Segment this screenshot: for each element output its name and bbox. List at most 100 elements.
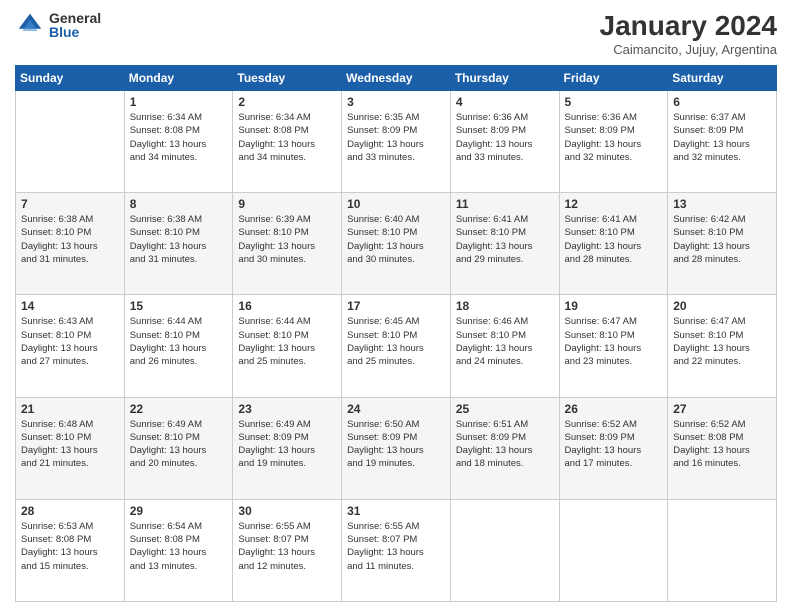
- header: General Blue January 2024 Caimancito, Ju…: [15, 10, 777, 57]
- day-number: 8: [130, 197, 228, 211]
- calendar-cell: 3Sunrise: 6:35 AMSunset: 8:09 PMDaylight…: [342, 91, 451, 193]
- day-number: 15: [130, 299, 228, 313]
- calendar-cell: 11Sunrise: 6:41 AMSunset: 8:10 PMDayligh…: [450, 193, 559, 295]
- cell-info: Sunrise: 6:40 AMSunset: 8:10 PMDaylight:…: [347, 213, 445, 266]
- calendar-week: 14 Sunrise: 6:43 AMSunset: 8:10 PMDayligh…: [16, 295, 777, 397]
- calendar-cell: 27Sunrise: 6:52 AMSunset: 8:08 PMDayligh…: [668, 397, 777, 499]
- cell-info: Sunrise: 6:41 AMSunset: 8:10 PMDaylight:…: [456, 213, 554, 266]
- day-number: 25: [456, 402, 554, 416]
- day-number: 23: [238, 402, 336, 416]
- cell-info: Sunrise: 6:39 AMSunset: 8:10 PMDaylight:…: [238, 213, 336, 266]
- cell-info: Sunrise: 6:47 AMSunset: 8:10 PMDaylight:…: [673, 315, 771, 368]
- calendar-cell: 30 Sunrise: 6:55 AMSunset: 8:07 PMDayligh…: [233, 499, 342, 601]
- calendar-cell: [668, 499, 777, 601]
- calendar-cell: [450, 499, 559, 601]
- day-number: 1: [130, 95, 228, 109]
- calendar-cell: 21Sunrise: 6:48 AMSunset: 8:10 PMDayligh…: [16, 397, 125, 499]
- cell-info: Sunrise: 6:35 AMSunset: 8:09 PMDaylight:…: [347, 111, 445, 164]
- day-number: 30: [238, 504, 336, 518]
- calendar-week: 21Sunrise: 6:48 AMSunset: 8:10 PMDayligh…: [16, 397, 777, 499]
- logo: General Blue: [15, 10, 101, 40]
- calendar-cell: 13 Sunrise: 6:42 AMSunset: 8:10 PMDayligh…: [668, 193, 777, 295]
- logo-general: General: [49, 11, 101, 25]
- month-title: January 2024: [600, 10, 777, 42]
- calendar-cell: 14 Sunrise: 6:43 AMSunset: 8:10 PMDayligh…: [16, 295, 125, 397]
- calendar-header: SundayMondayTuesdayWednesdayThursdayFrid…: [16, 66, 777, 91]
- cell-info: Sunrise: 6:47 AMSunset: 8:10 PMDaylight:…: [565, 315, 663, 368]
- day-number: 19: [565, 299, 663, 313]
- calendar-cell: 25 Sunrise: 6:51 AMSunset: 8:09 PMDayligh…: [450, 397, 559, 499]
- cell-info: Sunrise: 6:45 AMSunset: 8:10 PMDaylight:…: [347, 315, 445, 368]
- cell-info: Sunrise: 6:54 AMSunset: 8:08 PMDaylight:…: [130, 520, 228, 573]
- cell-info: Sunrise: 6:49 AMSunset: 8:10 PMDaylight:…: [130, 418, 228, 471]
- cell-info: Sunrise: 6:42 AMSunset: 8:10 PMDaylight:…: [673, 213, 771, 266]
- cell-info: Sunrise: 6:51 AMSunset: 8:09 PMDaylight:…: [456, 418, 554, 471]
- cell-info: Sunrise: 6:37 AMSunset: 8:09 PMDaylight:…: [673, 111, 771, 164]
- cell-info: Sunrise: 6:44 AMSunset: 8:10 PMDaylight:…: [238, 315, 336, 368]
- calendar-cell: 2 Sunrise: 6:34 AMSunset: 8:08 PMDaylight…: [233, 91, 342, 193]
- day-number: 4: [456, 95, 554, 109]
- weekday-header: Tuesday: [233, 66, 342, 91]
- day-number: 6: [673, 95, 771, 109]
- page: General Blue January 2024 Caimancito, Ju…: [0, 0, 792, 612]
- calendar: SundayMondayTuesdayWednesdayThursdayFrid…: [15, 65, 777, 602]
- calendar-cell: 17 Sunrise: 6:45 AMSunset: 8:10 PMDayligh…: [342, 295, 451, 397]
- calendar-week: 7 Sunrise: 6:38 AMSunset: 8:10 PMDaylight…: [16, 193, 777, 295]
- day-number: 27: [673, 402, 771, 416]
- cell-info: Sunrise: 6:49 AMSunset: 8:09 PMDaylight:…: [238, 418, 336, 471]
- calendar-body: 1 Sunrise: 6:34 AMSunset: 8:08 PMDaylight…: [16, 91, 777, 602]
- calendar-cell: 1 Sunrise: 6:34 AMSunset: 8:08 PMDaylight…: [124, 91, 233, 193]
- calendar-cell: [559, 499, 668, 601]
- day-number: 21: [21, 402, 119, 416]
- day-number: 24: [347, 402, 445, 416]
- day-number: 13: [673, 197, 771, 211]
- logo-blue: Blue: [49, 25, 101, 39]
- logo-text: General Blue: [49, 11, 101, 39]
- cell-info: Sunrise: 6:34 AMSunset: 8:08 PMDaylight:…: [238, 111, 336, 164]
- day-number: 9: [238, 197, 336, 211]
- weekday-header: Friday: [559, 66, 668, 91]
- cell-info: Sunrise: 6:38 AMSunset: 8:10 PMDaylight:…: [21, 213, 119, 266]
- cell-info: Sunrise: 6:34 AMSunset: 8:08 PMDaylight:…: [130, 111, 228, 164]
- weekday-header: Sunday: [16, 66, 125, 91]
- day-number: 20: [673, 299, 771, 313]
- calendar-cell: 9 Sunrise: 6:39 AMSunset: 8:10 PMDaylight…: [233, 193, 342, 295]
- cell-info: Sunrise: 6:36 AMSunset: 8:09 PMDaylight:…: [456, 111, 554, 164]
- day-number: 14: [21, 299, 119, 313]
- title-section: January 2024 Caimancito, Jujuy, Argentin…: [600, 10, 777, 57]
- calendar-week: 1 Sunrise: 6:34 AMSunset: 8:08 PMDaylight…: [16, 91, 777, 193]
- calendar-cell: 24 Sunrise: 6:50 AMSunset: 8:09 PMDayligh…: [342, 397, 451, 499]
- calendar-cell: 7 Sunrise: 6:38 AMSunset: 8:10 PMDaylight…: [16, 193, 125, 295]
- weekday-header: Thursday: [450, 66, 559, 91]
- calendar-cell: 5Sunrise: 6:36 AMSunset: 8:09 PMDaylight…: [559, 91, 668, 193]
- calendar-cell: 19 Sunrise: 6:47 AMSunset: 8:10 PMDayligh…: [559, 295, 668, 397]
- cell-info: Sunrise: 6:43 AMSunset: 8:10 PMDaylight:…: [21, 315, 119, 368]
- calendar-cell: 16Sunrise: 6:44 AMSunset: 8:10 PMDayligh…: [233, 295, 342, 397]
- header-row: SundayMondayTuesdayWednesdayThursdayFrid…: [16, 66, 777, 91]
- calendar-cell: 29Sunrise: 6:54 AMSunset: 8:08 PMDayligh…: [124, 499, 233, 601]
- day-number: 2: [238, 95, 336, 109]
- calendar-cell: 4 Sunrise: 6:36 AMSunset: 8:09 PMDaylight…: [450, 91, 559, 193]
- cell-info: Sunrise: 6:52 AMSunset: 8:09 PMDaylight:…: [565, 418, 663, 471]
- weekday-header: Saturday: [668, 66, 777, 91]
- cell-info: Sunrise: 6:38 AMSunset: 8:10 PMDaylight:…: [130, 213, 228, 266]
- calendar-cell: 15 Sunrise: 6:44 AMSunset: 8:10 PMDayligh…: [124, 295, 233, 397]
- day-number: 31: [347, 504, 445, 518]
- cell-info: Sunrise: 6:55 AMSunset: 8:07 PMDaylight:…: [238, 520, 336, 573]
- calendar-cell: 31 Sunrise: 6:55 AMSunset: 8:07 PMDayligh…: [342, 499, 451, 601]
- calendar-cell: 23 Sunrise: 6:49 AMSunset: 8:09 PMDayligh…: [233, 397, 342, 499]
- calendar-cell: 18Sunrise: 6:46 AMSunset: 8:10 PMDayligh…: [450, 295, 559, 397]
- calendar-cell: 28Sunrise: 6:53 AMSunset: 8:08 PMDayligh…: [16, 499, 125, 601]
- cell-info: Sunrise: 6:50 AMSunset: 8:09 PMDaylight:…: [347, 418, 445, 471]
- logo-icon: [15, 10, 45, 40]
- day-number: 17: [347, 299, 445, 313]
- cell-info: Sunrise: 6:55 AMSunset: 8:07 PMDaylight:…: [347, 520, 445, 573]
- calendar-cell: [16, 91, 125, 193]
- calendar-cell: 20 Sunrise: 6:47 AMSunset: 8:10 PMDayligh…: [668, 295, 777, 397]
- day-number: 7: [21, 197, 119, 211]
- cell-info: Sunrise: 6:53 AMSunset: 8:08 PMDaylight:…: [21, 520, 119, 573]
- cell-info: Sunrise: 6:41 AMSunset: 8:10 PMDaylight:…: [565, 213, 663, 266]
- calendar-week: 28Sunrise: 6:53 AMSunset: 8:08 PMDayligh…: [16, 499, 777, 601]
- cell-info: Sunrise: 6:44 AMSunset: 8:10 PMDaylight:…: [130, 315, 228, 368]
- day-number: 10: [347, 197, 445, 211]
